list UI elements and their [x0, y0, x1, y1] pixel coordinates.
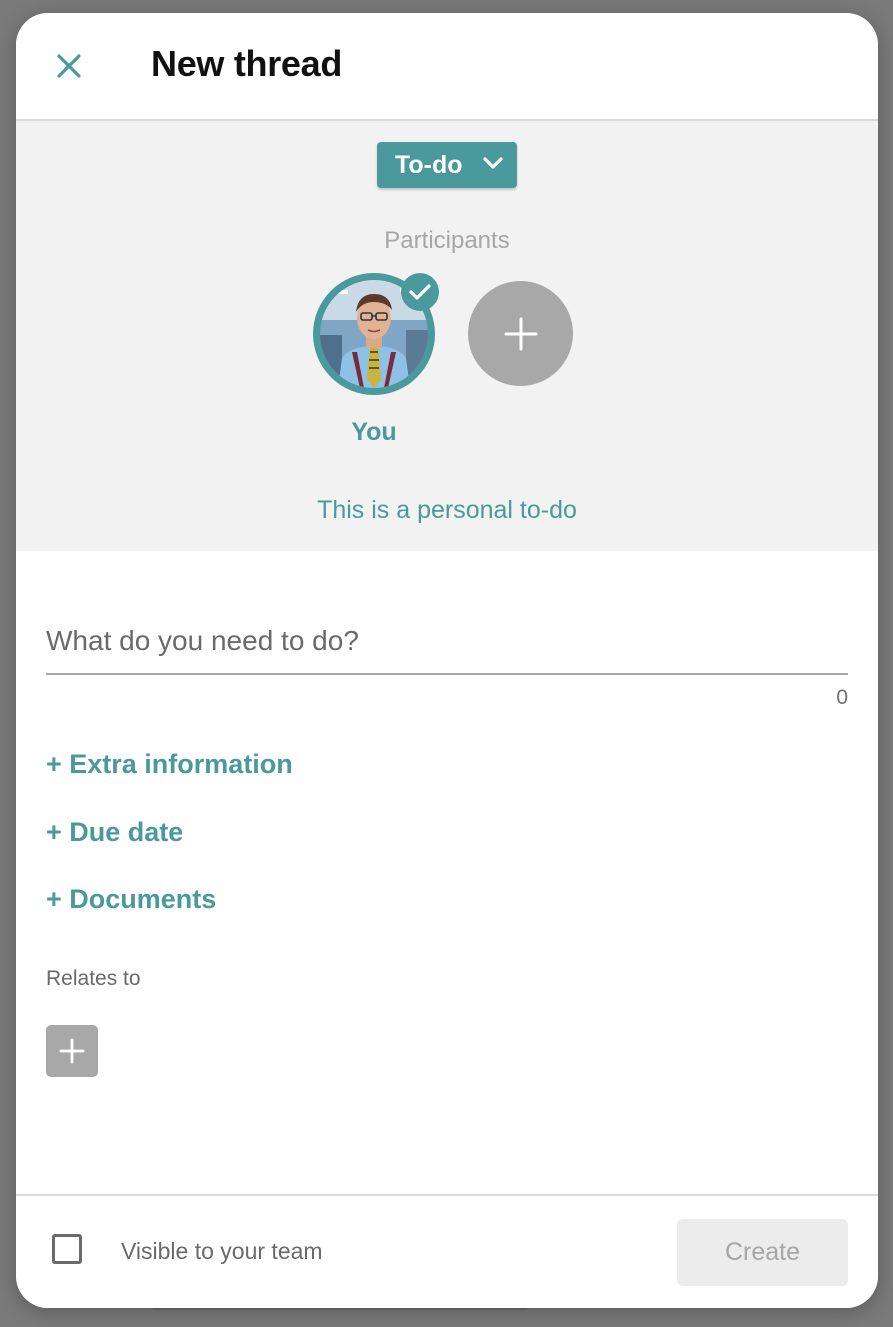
thread-type-dropdown[interactable]: To-do: [377, 142, 517, 188]
add-participant-button[interactable]: [468, 281, 573, 386]
dialog-header: New thread: [16, 13, 878, 121]
new-thread-dialog: New thread To-do Participants You This i…: [16, 13, 878, 1308]
participant-you[interactable]: [313, 273, 439, 395]
thread-setup-panel: To-do Participants You This is a persona…: [16, 121, 878, 551]
participant-name: You: [351, 418, 397, 446]
chevron-down-icon: [483, 157, 503, 169]
create-button[interactable]: Create: [677, 1219, 848, 1286]
visible-to-team-checkbox[interactable]: [52, 1234, 82, 1264]
relates-to-label: Relates to: [46, 967, 141, 990]
personal-todo-note: This is a personal to-do: [317, 496, 577, 524]
check-icon: [401, 273, 439, 311]
add-extra-information-link[interactable]: + Extra information: [46, 749, 293, 780]
close-button[interactable]: [50, 47, 88, 85]
dialog-footer: Visible to your team Create: [16, 1194, 878, 1308]
dialog-title: New thread: [151, 43, 343, 84]
thread-type-label: To-do: [395, 150, 463, 179]
add-relation-button[interactable]: [46, 1025, 98, 1077]
character-count: 0: [836, 686, 848, 709]
add-documents-link[interactable]: + Documents: [46, 884, 216, 915]
close-icon: [57, 54, 81, 78]
participants-label: Participants: [384, 227, 510, 254]
add-due-date-link[interactable]: + Due date: [46, 817, 183, 848]
task-input[interactable]: [46, 609, 848, 675]
plus-icon: [504, 317, 537, 350]
plus-icon: [59, 1038, 85, 1064]
visible-to-team-label: Visible to your team: [121, 1238, 323, 1264]
